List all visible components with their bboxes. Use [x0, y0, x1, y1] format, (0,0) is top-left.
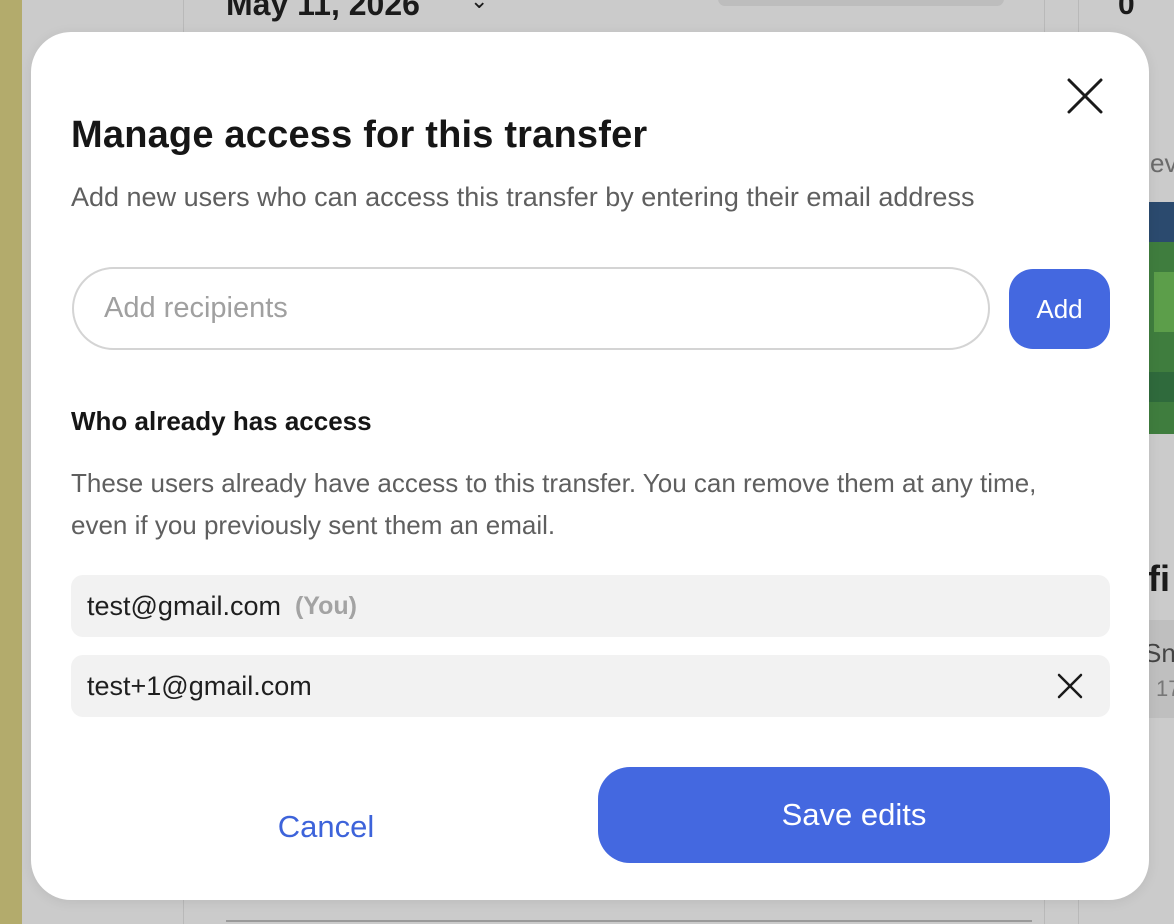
access-list-item: test@gmail.com (You): [71, 575, 1110, 637]
chevron-down-icon: ⌄: [470, 0, 489, 13]
background-count: 0: [1118, 0, 1135, 21]
access-section-description: These users already have access to this …: [71, 468, 1037, 540]
background-pill: [718, 0, 1004, 6]
background-thumbnail: [1148, 202, 1174, 434]
background-file-meta: 17: [1156, 676, 1174, 701]
access-section-heading: Who already has access: [71, 406, 372, 436]
background-date-label: May 11, 2026: [226, 0, 420, 22]
save-edits-button[interactable]: Save edits: [598, 767, 1110, 863]
access-list-item: test+1@gmail.com: [71, 655, 1110, 717]
current-user-tag: (You): [294, 591, 357, 620]
remove-user-button[interactable]: [1056, 672, 1084, 700]
manage-access-dialog: Manage access for this transfer Add new …: [31, 32, 1149, 900]
user-email: test+1@gmail.com: [87, 670, 312, 701]
dialog-title: Manage access for this transfer: [71, 114, 648, 156]
close-icon: [1057, 673, 1083, 699]
background-divider: [226, 920, 1032, 922]
close-icon: [1067, 78, 1103, 114]
background-sidebar-strip: [0, 0, 22, 924]
close-button[interactable]: [1065, 76, 1105, 116]
cancel-button[interactable]: Cancel: [211, 792, 441, 862]
dialog-subtitle: Add new users who can access this transf…: [71, 182, 975, 212]
add-recipients-input[interactable]: [72, 267, 990, 350]
background-side-text: ev: [1150, 148, 1174, 178]
add-recipient-button[interactable]: Add: [1009, 269, 1110, 349]
user-email: test@gmail.com: [87, 590, 281, 621]
background-side-heading: fi: [1148, 558, 1170, 599]
